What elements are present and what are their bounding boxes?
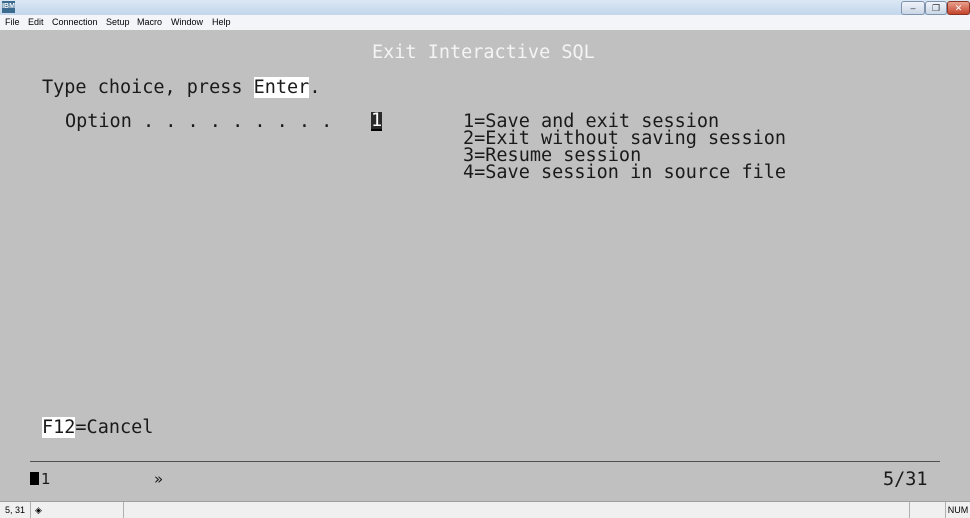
num-lock-indicator: NUM xyxy=(947,505,969,515)
oia-divider xyxy=(30,461,940,462)
option-input[interactable]: 1 xyxy=(371,111,383,131)
close-button[interactable]: ✕ xyxy=(947,1,970,15)
title-bar: IBM – ❐ ✕ xyxy=(0,0,970,15)
f12-key: F12 xyxy=(42,417,76,438)
ibm-app-icon[interactable]: IBM xyxy=(2,1,15,13)
status-position: 5, 31 xyxy=(0,502,31,518)
input-inhibited-indicator: » xyxy=(154,470,164,488)
choice-4: 4=Save session in source file xyxy=(463,162,787,183)
menu-window[interactable]: Window xyxy=(171,15,203,30)
status-bar: 5, 31 ◈ NUM xyxy=(0,501,970,518)
f12-label: =Cancel xyxy=(75,417,154,438)
instruction-text: Type choice, press Enter. xyxy=(42,77,321,98)
oia-session: 1 xyxy=(30,471,51,488)
status-connection: ◈ xyxy=(31,502,124,518)
f12-cancel[interactable]: F12=Cancel xyxy=(42,417,154,438)
instruction-prefix: Type choice, press xyxy=(42,77,254,98)
minimize-button[interactable]: – xyxy=(901,1,925,15)
session-number: 1 xyxy=(41,470,51,488)
session-block-icon xyxy=(30,472,39,485)
menu-file[interactable]: File xyxy=(5,15,20,30)
enter-key-highlight: Enter xyxy=(253,77,310,98)
instruction-suffix: . xyxy=(309,77,321,98)
menu-setup[interactable]: Setup xyxy=(106,15,130,30)
menu-macro[interactable]: Macro xyxy=(137,15,162,30)
cursor-position: 5/31 xyxy=(883,469,928,490)
connection-icon: ◈ xyxy=(35,505,42,515)
menu-connection[interactable]: Connection xyxy=(52,15,98,30)
option-label: Option . . . . . . . . . xyxy=(65,111,333,132)
screen-title: Exit Interactive SQL xyxy=(372,42,595,63)
restore-button[interactable]: ❐ xyxy=(925,1,947,15)
menu-bar: File Edit Connection Setup Macro Window … xyxy=(0,15,970,30)
terminal-screen[interactable]: Exit Interactive SQL Type choice, press … xyxy=(0,30,970,500)
menu-help[interactable]: Help xyxy=(212,15,231,30)
status-blank xyxy=(910,502,946,518)
status-message xyxy=(124,502,910,518)
menu-edit[interactable]: Edit xyxy=(28,15,44,30)
